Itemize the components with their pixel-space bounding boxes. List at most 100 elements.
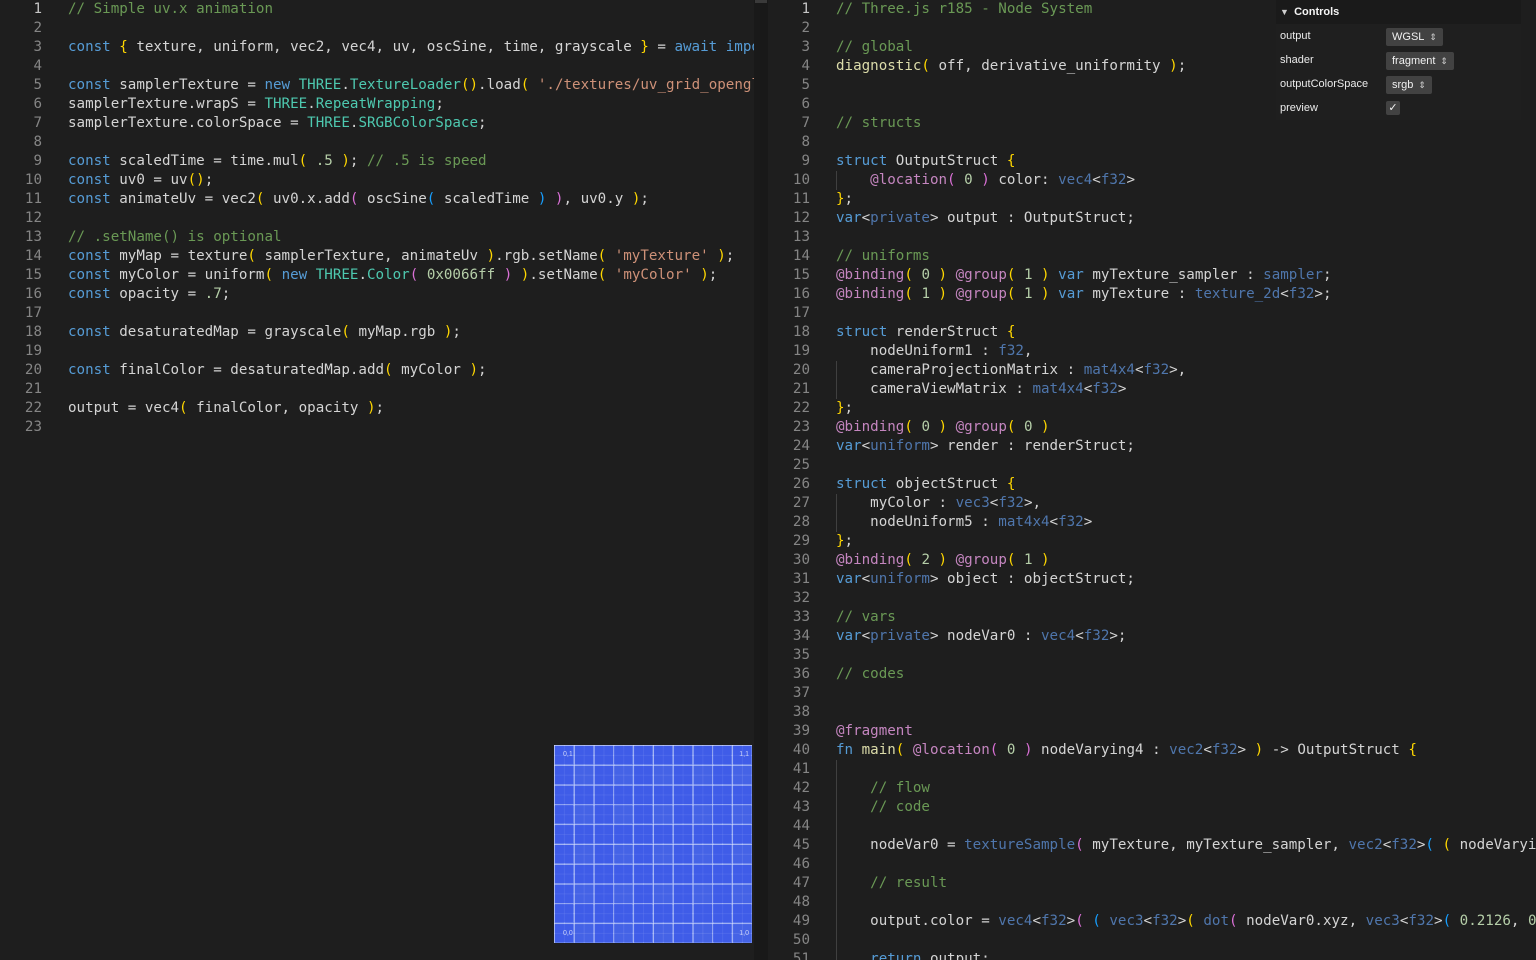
code-text: const desaturatedMap = grayscale( myMap.… [68, 324, 461, 340]
texture-tile [555, 884, 573, 903]
line-number: 16 [24, 286, 42, 302]
code-line[interactable]: 21 [0, 380, 68, 399]
code-token: ( [298, 153, 316, 169]
code-line[interactable]: 20 const finalColor = desaturatedMap.add(… [0, 361, 487, 380]
code-line[interactable]: 5 [768, 76, 836, 95]
code-line[interactable]: 2 [768, 19, 836, 38]
code-line[interactable]: 22}; [768, 399, 853, 418]
panel-divider[interactable] [754, 0, 768, 960]
code-line[interactable]: 7 samplerTexture.colorSpace = THREE.SRGBC… [0, 114, 486, 133]
code-line[interactable]: 46 [768, 855, 836, 874]
code-line[interactable]: 2 [0, 19, 68, 38]
code-token: main [861, 742, 896, 758]
code-token: > [1126, 172, 1136, 188]
code-line[interactable]: 10 @location( 0 ) color: vec4<f32> [768, 171, 1135, 190]
code-line[interactable]: 1 // Three.js r185 - Node System [768, 0, 1092, 19]
code-line[interactable]: 9 const scaledTime = time.mul( .5 ); // .… [0, 152, 486, 171]
code-line[interactable]: 37 [768, 684, 836, 703]
code-line[interactable]: 6 [768, 95, 836, 114]
code-line[interactable]: 49 output.color = vec4<f32>( ( vec3<f32>… [768, 912, 1536, 931]
code-line[interactable]: 13 // .setName() is optional [0, 228, 282, 247]
code-line[interactable]: 3 const { texture, uniform, vec2, vec4, u… [0, 38, 754, 57]
output-select[interactable]: WGSL ⇕ [1386, 28, 1443, 46]
code-line[interactable]: 36 // codes [768, 665, 904, 684]
code-token: .7 [204, 286, 222, 302]
code-token: @group [955, 267, 1007, 283]
code-line[interactable]: 8 [768, 133, 836, 152]
code-line[interactable]: 19 nodeUniform1 : f32, [768, 342, 1033, 361]
code-line[interactable]: 16 const opacity = .7; [0, 285, 230, 304]
code-line[interactable]: 3 // global [768, 38, 912, 57]
code-line[interactable]: 11}; [768, 190, 853, 209]
code-line[interactable]: 26 struct objectStruct { [768, 475, 1015, 494]
code-line[interactable]: 43 // code [768, 798, 930, 817]
code-line[interactable]: 15 @binding( 0 ) @group( 1 ) var myTextur… [768, 266, 1332, 285]
code-line[interactable]: 29}; [768, 532, 853, 551]
texture-tile [693, 924, 712, 943]
code-line[interactable]: 11 const animateUv = vec2( uv0.x.add( osc… [0, 190, 649, 209]
code-token: >, [1169, 362, 1187, 378]
shader-select[interactable]: fragment ⇕ [1386, 52, 1454, 70]
code-token: ) [546, 191, 564, 207]
code-token: output; [921, 951, 990, 960]
code-line[interactable]: 17 [768, 304, 836, 323]
code-line[interactable]: 28 nodeUniform5 : mat4x4<f32> [768, 513, 1092, 532]
code-line[interactable]: 14 // uniforms [768, 247, 930, 266]
code-line[interactable]: 45 nodeVar0 = textureSample( myTexture, … [768, 836, 1536, 855]
code-line[interactable]: 51 return output; [768, 950, 990, 960]
code-line[interactable]: 38 [768, 703, 836, 722]
code-line[interactable]: 15 const myColor = uniform( new THREE.Col… [0, 266, 717, 285]
code-line[interactable]: 8 [0, 133, 68, 152]
controls-title-bar[interactable]: ▼ Controls [1276, 0, 1521, 24]
code-line[interactable]: 14 const myMap = texture( samplerTexture,… [0, 247, 734, 266]
code-text: nodeVar0 = textureSample( myTexture, myT… [836, 837, 1536, 853]
code-line[interactable]: 7 // structs [768, 114, 921, 133]
code-line[interactable]: 35 [768, 646, 836, 665]
code-line[interactable]: 5 const samplerTexture = new THREE.Textur… [0, 76, 754, 95]
code-line[interactable]: 13 [768, 228, 836, 247]
code-line[interactable]: 34 var<private> nodeVar0 : vec4<f32>; [768, 627, 1127, 646]
code-line[interactable]: 9 struct OutputStruct { [768, 152, 1015, 171]
code-token: // .setName() is optional [68, 229, 282, 245]
code-line[interactable]: 17 [0, 304, 68, 323]
code-line[interactable]: 20 cameraProjectionMatrix : mat4x4<f32>, [768, 361, 1186, 380]
divider-scroll-thumb[interactable] [755, 0, 767, 3]
code-line[interactable]: 21 cameraViewMatrix : mat4x4<f32> [768, 380, 1127, 399]
code-line[interactable]: 10 const uv0 = uv(); [0, 171, 213, 190]
code-line[interactable]: 48 [768, 893, 836, 912]
code-line[interactable]: 42 // flow [768, 779, 930, 798]
code-line[interactable]: 25 [768, 456, 836, 475]
shader-label: shader [1280, 54, 1314, 66]
code-line[interactable]: 12 var<private> output : OutputStruct; [768, 209, 1135, 228]
code-line[interactable]: 44 [768, 817, 836, 836]
code-line[interactable]: 31 var<uniform> object : objectStruct; [768, 570, 1135, 589]
code-line[interactable]: 33 // vars [768, 608, 896, 627]
code-line[interactable]: 41 [768, 760, 836, 779]
code-line[interactable]: 24 var<uniform> render : renderStruct; [768, 437, 1135, 456]
code-line[interactable]: 50 [768, 931, 836, 950]
code-line[interactable]: 23 @binding( 0 ) @group( 0 ) [768, 418, 1050, 437]
code-line[interactable]: 1 // Simple uv.x animation [0, 0, 273, 19]
code-line[interactable]: 47 // result [768, 874, 947, 893]
code-line[interactable]: 4 diagnostic( off, derivative_uniformity … [768, 57, 1186, 76]
code-text: // result [836, 875, 947, 891]
code-token: ( [904, 552, 922, 568]
code-line[interactable]: 19 [0, 342, 68, 361]
code-line[interactable]: 18 struct renderStruct { [768, 323, 1015, 342]
code-line[interactable]: 22 output = vec4( finalColor, opacity ); [0, 399, 384, 418]
preview-checkbox[interactable]: ✓ [1386, 101, 1400, 115]
code-line[interactable]: 4 [0, 57, 68, 76]
code-line[interactable]: 23 [0, 418, 68, 437]
code-line[interactable]: 27 myColor : vec3<f32>, [768, 494, 1041, 513]
code-token: () [187, 172, 205, 188]
code-line[interactable]: 30 @binding( 2 ) @group( 1 ) [768, 551, 1050, 570]
code-line[interactable]: 12 [0, 209, 68, 228]
colorspace-select[interactable]: srgb ⇕ [1386, 76, 1432, 94]
code-line[interactable]: 16 @binding( 1 ) @group( 1 ) var myTextur… [768, 285, 1332, 304]
code-line[interactable]: 40 fn main( @location( 0 ) nodeVarying4 :… [768, 741, 1417, 760]
code-editor-right[interactable]: 1// Three.js r185 - Node System 2 3// glob… [768, 0, 1536, 960]
code-line[interactable]: 39 @fragment [768, 722, 913, 741]
code-line[interactable]: 32 [768, 589, 836, 608]
code-line[interactable]: 18 const desaturatedMap = grayscale( myMa… [0, 323, 461, 342]
code-line[interactable]: 6 samplerTexture.wrapS = THREE.RepeatWrap… [0, 95, 443, 114]
